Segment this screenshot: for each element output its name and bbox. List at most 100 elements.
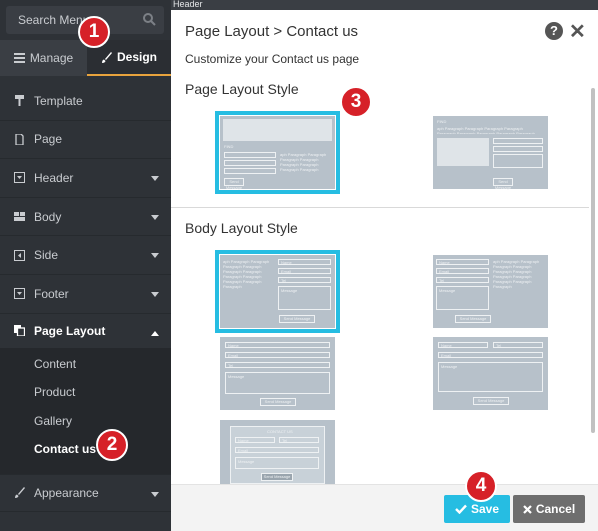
sidebar-item-body[interactable]: Body xyxy=(0,198,171,237)
thumb-field: Message xyxy=(235,457,319,469)
thumb-label: Name xyxy=(439,260,450,265)
thumb-label: Name xyxy=(441,343,452,348)
tab-manage[interactable]: Manage xyxy=(0,40,87,76)
thumb-card: CONTACT US Name Tel Email Message Send M… xyxy=(230,426,325,484)
sub-item-product[interactable]: Product xyxy=(0,378,171,407)
sidebar-item-label: Page xyxy=(34,132,63,147)
sidebar-item-appearance[interactable]: Appearance xyxy=(0,473,171,513)
thumb-label: Message xyxy=(238,459,255,464)
thumb-field: Email xyxy=(235,447,319,453)
thumb-label: Name xyxy=(281,260,292,265)
sidebar: Search Menu Manage Design Template Page … xyxy=(0,0,171,531)
thumb-field: Email xyxy=(225,352,330,358)
thumb-paragraph: aph Paragraph Paragraph Paragraph Paragr… xyxy=(280,152,327,172)
thumb-label: Tel xyxy=(282,438,288,443)
sidebar-item-label: Template xyxy=(34,93,83,108)
thumb-send: Send Message xyxy=(260,398,296,406)
body-layout-option-4[interactable]: Name Tel Email Message Send Message xyxy=(433,337,548,410)
thumb-paragraph: aph Paragraph Paragraph Paragraph Paragr… xyxy=(493,259,540,289)
thumb-send: Send Message xyxy=(473,397,509,405)
thumb-title: FIND xyxy=(224,144,234,149)
thumb-paragraph: aph Paragraph Paragraph Paragraph Paragr… xyxy=(437,126,535,134)
sidebar-item-label: Footer xyxy=(34,286,69,301)
thumb-label: Tel xyxy=(439,278,445,283)
check-icon xyxy=(455,504,467,514)
help-icon[interactable]: ? xyxy=(545,22,563,40)
file-icon xyxy=(15,133,24,145)
page-layout-dialog: Page Layout > Contact us Customize your … xyxy=(171,10,598,531)
thumb-label: Tel xyxy=(281,278,287,283)
footer-icon xyxy=(14,288,25,300)
sidebar-item-page-layout[interactable]: Page Layout xyxy=(0,314,171,348)
close-icon[interactable]: ✕ xyxy=(569,19,586,44)
thumb-send: Send Message xyxy=(455,315,491,323)
sub-item-content[interactable]: Content xyxy=(0,350,171,379)
sidebar-item-label: Appearance xyxy=(34,485,99,500)
thumb-contact-heading: CONTACT US xyxy=(267,429,293,434)
thumb-label: Message xyxy=(228,374,245,379)
body-layout-option-1[interactable]: aph Paragraph Paragraph Paragraph Paragr… xyxy=(215,250,340,333)
page-layout-option-1[interactable]: FIND aph Paragraph Paragraph Paragraph P… xyxy=(215,111,340,194)
thumb-field: Tel xyxy=(278,277,331,283)
thumb-field: Email xyxy=(438,352,543,358)
thumb-field: Message xyxy=(436,286,489,310)
section-body-layout-title: Body Layout Style xyxy=(185,220,298,236)
thumb-field: Message xyxy=(438,362,543,392)
map-preview xyxy=(437,138,489,166)
thumb-field xyxy=(493,138,543,144)
cancel-button[interactable]: Cancel xyxy=(513,495,585,523)
search-icon[interactable] xyxy=(142,12,156,26)
thumb-label: Tel xyxy=(228,363,234,368)
chevron-up-icon xyxy=(151,330,159,336)
chevron-down-icon xyxy=(151,176,159,182)
thumb-field: Email xyxy=(436,268,489,274)
body-layout-option-3[interactable]: Name Email Tel Message Send Message xyxy=(220,337,335,410)
thumb-label: Name xyxy=(238,438,249,443)
page-layout-submenu: Content Product Gallery Contact us xyxy=(0,347,171,474)
tab-design-label: Design xyxy=(116,50,157,64)
side-icon xyxy=(14,249,25,261)
sidebar-item-side[interactable]: Side xyxy=(0,236,171,275)
cancel-label: Cancel xyxy=(535,502,576,516)
thumb-label: Tel xyxy=(496,343,502,348)
thumb-field: Name xyxy=(436,259,489,265)
step-badge-2: 2 xyxy=(96,429,128,461)
thumb-send: Send Message xyxy=(224,178,244,190)
top-toolbar: Header xyxy=(171,0,598,10)
sub-item-contact-us[interactable]: Contact us xyxy=(0,435,171,464)
thumb-field: Tel xyxy=(225,362,330,368)
dialog-footer: Save Cancel xyxy=(171,484,598,531)
sidebar-item-label: Side xyxy=(34,248,59,263)
dialog-scrollbar[interactable] xyxy=(591,88,595,433)
page-layout-option-2[interactable]: FIND aph Paragraph Paragraph Paragraph P… xyxy=(433,116,548,190)
thumb-label: Email xyxy=(281,269,292,274)
list-icon xyxy=(13,53,25,63)
thumb-field xyxy=(224,168,276,174)
thumb-field: Message xyxy=(225,372,330,394)
sidebar-item-footer[interactable]: Footer xyxy=(0,275,171,314)
step-badge-1: 1 xyxy=(78,16,110,48)
step-badge-4: 4 xyxy=(465,470,497,502)
thumb-field: Email xyxy=(278,268,331,274)
thumb-field xyxy=(493,154,543,168)
body-layout-option-5[interactable]: CONTACT US Name Tel Email Message Send M… xyxy=(220,420,335,484)
sidebar-item-label: Page Layout xyxy=(34,323,106,338)
sidebar-item-page[interactable]: Page xyxy=(0,121,171,160)
sidebar-nav: Template Page Header Body Side Footer Pa… xyxy=(0,82,171,513)
sidebar-item-template[interactable]: Template xyxy=(0,82,171,121)
thumb-send: Send Message xyxy=(261,473,293,481)
thumb-field: Name xyxy=(225,342,330,348)
chevron-down-icon xyxy=(151,253,159,259)
section-divider xyxy=(171,207,589,208)
sidebar-item-label: Body xyxy=(34,209,62,224)
thumb-label: Email xyxy=(439,269,450,274)
thumb-field: Tel xyxy=(279,437,319,443)
step-badge-3: 3 xyxy=(340,86,372,118)
body-layout-option-2[interactable]: Name Email Tel Message Send Message aph … xyxy=(433,255,548,328)
sub-item-gallery[interactable]: Gallery xyxy=(0,407,171,436)
header-dropdown[interactable]: Header xyxy=(173,0,203,9)
brush-icon xyxy=(15,487,25,499)
chevron-down-icon xyxy=(151,491,159,497)
thumb-title: FIND xyxy=(437,119,447,124)
sidebar-item-header[interactable]: Header xyxy=(0,159,171,198)
